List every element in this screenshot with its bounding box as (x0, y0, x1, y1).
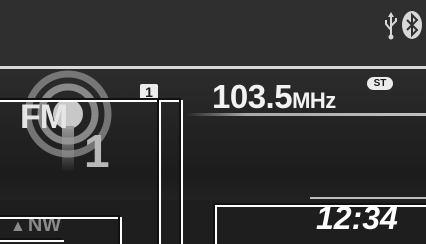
status-bar (0, 0, 426, 66)
callout-line (215, 205, 217, 244)
frequency-unit: MHz (292, 88, 336, 113)
source-label: FM (20, 98, 68, 136)
callout-line (213, 205, 426, 207)
callout-line (181, 100, 183, 244)
stereo-badge: ST (367, 77, 393, 90)
callout-line (159, 100, 161, 244)
bluetooth-icon (402, 11, 422, 39)
frequency-underline (186, 113, 426, 116)
audio-home-screen: FM 1 1 103.5MHz ST ▲ NW 12:34 (0, 0, 426, 244)
callout-line (0, 217, 122, 219)
callout-line (0, 100, 183, 102)
callout-line (120, 217, 122, 244)
compass-arrow-icon: ▲ (10, 218, 26, 235)
clock-divider (310, 197, 426, 199)
frequency-value: 103.5 (212, 78, 293, 115)
preset-number-large: 1 (84, 125, 110, 177)
callout-line (0, 240, 64, 242)
usb-icon (385, 12, 397, 40)
frequency-display: 103.5MHz (212, 78, 336, 116)
